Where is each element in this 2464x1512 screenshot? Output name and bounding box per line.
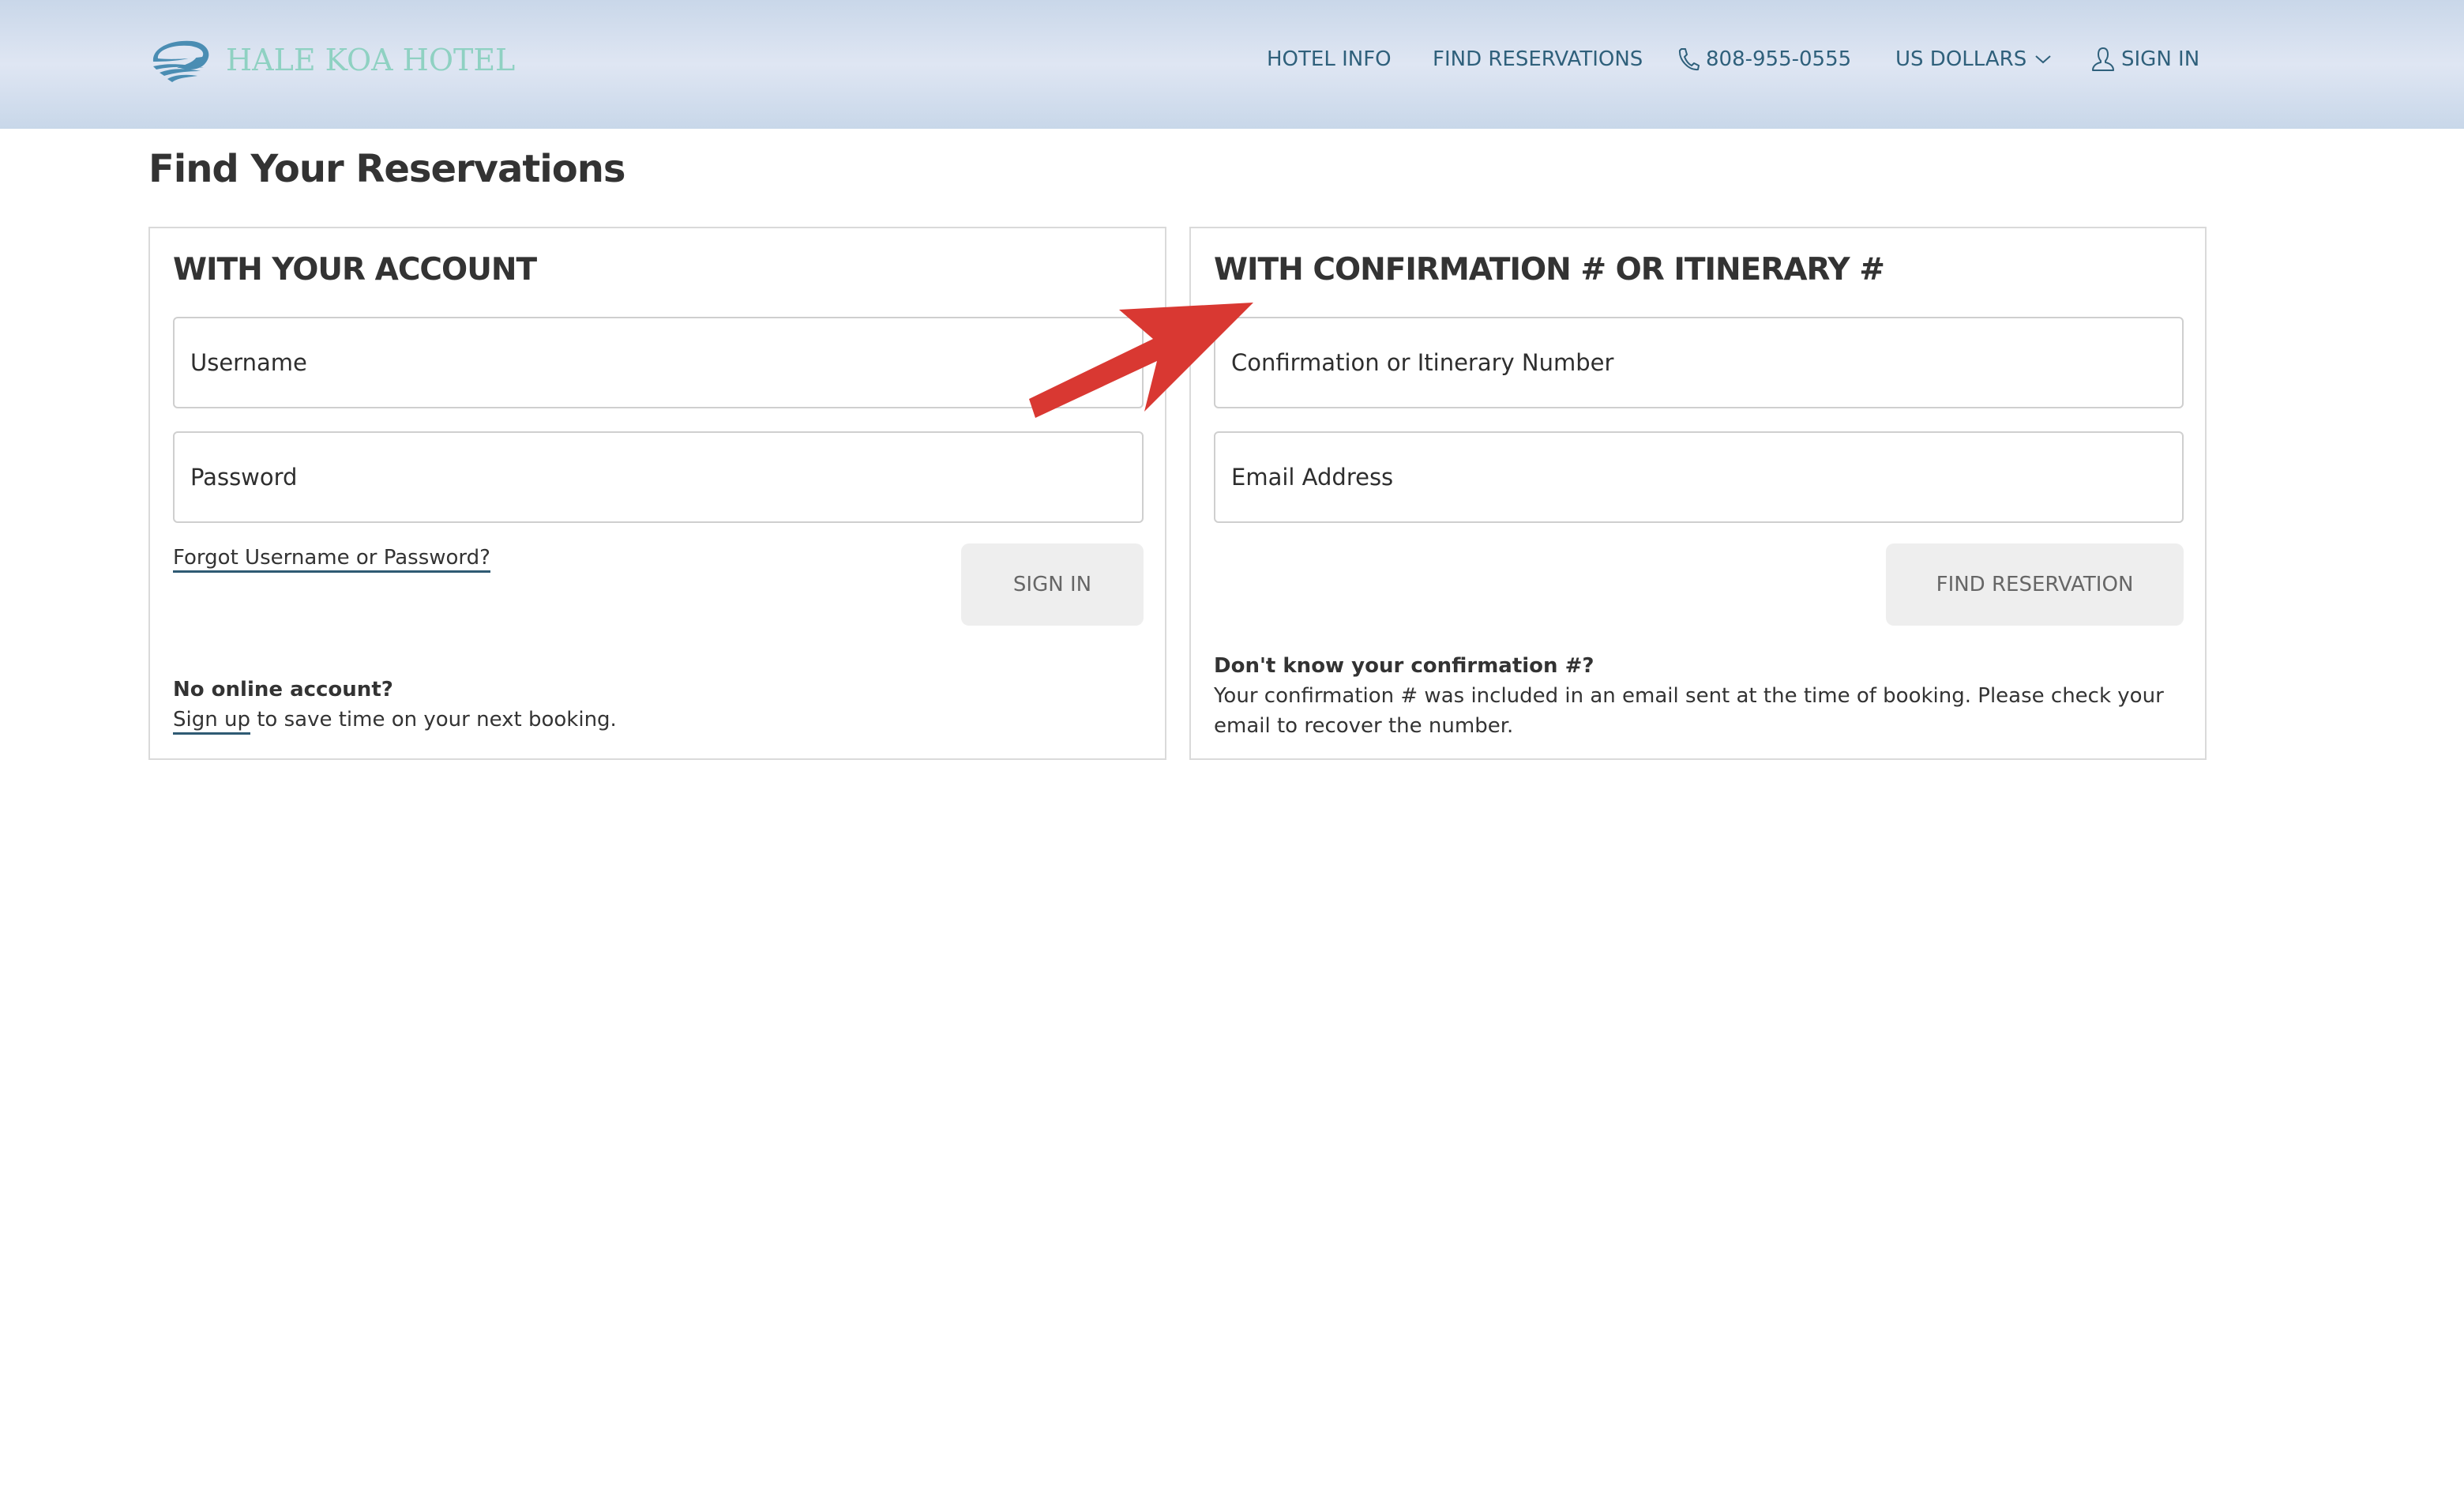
forgot-credentials-container: Forgot Username or Password? (173, 543, 490, 573)
account-panel: WITH YOUR ACCOUNT Forgot Username or Pas… (148, 227, 1166, 760)
help-heading: Don't know your confirmation #? (1214, 654, 1594, 678)
sign-up-link[interactable]: Sign up (173, 708, 250, 735)
confirmation-panel-heading: WITH CONFIRMATION # OR ITINERARY # (1214, 252, 1885, 288)
nav-sign-in[interactable]: SIGN IN (2091, 41, 2199, 77)
find-reservation-button[interactable]: FIND RESERVATION (1886, 543, 2184, 626)
nav-find-reservations-label: FIND RESERVATIONS (1433, 47, 1643, 71)
chevron-down-icon (2034, 54, 2052, 65)
username-input[interactable] (175, 318, 1142, 407)
logo[interactable]: HALE KOA HOTEL (148, 35, 515, 85)
page-title: Find Your Reservations (148, 147, 625, 191)
phone-number: 808-955-0555 (1706, 47, 1852, 71)
confirmation-number-field[interactable] (1214, 317, 2184, 408)
confirmation-number-input[interactable] (1215, 318, 2182, 407)
nav-sign-in-label: SIGN IN (2121, 47, 2200, 71)
password-input[interactable] (175, 433, 1142, 521)
password-field[interactable] (173, 431, 1144, 523)
nav-find-reservations[interactable]: FIND RESERVATIONS (1433, 41, 1643, 77)
sign-in-button[interactable]: SIGN IN (961, 543, 1144, 626)
confirmation-panel: WITH CONFIRMATION # OR ITINERARY # FIND … (1189, 227, 2207, 760)
account-panel-heading: WITH YOUR ACCOUNT (173, 252, 537, 288)
no-account-heading: No online account? (173, 678, 393, 701)
phone-icon (1677, 47, 1700, 71)
user-icon (2091, 47, 2115, 72)
email-input[interactable] (1215, 433, 2182, 521)
logo-mark-icon (152, 40, 209, 82)
sign-up-suffix: to save time on your next booking. (250, 708, 617, 732)
nav-phone[interactable]: 808-955-0555 (1677, 41, 1851, 77)
forgot-credentials-link[interactable]: Forgot Username or Password? (173, 546, 490, 573)
sign-up-text: Sign up to save time on your next bookin… (173, 705, 617, 735)
help-text: Your confirmation # was included in an e… (1214, 684, 2164, 738)
nav-hotel-info[interactable]: HOTEL INFO (1267, 41, 1392, 77)
currency-selector[interactable]: US DOLLARS (1895, 41, 2058, 77)
currency-label: US DOLLARS (1895, 47, 2027, 71)
email-field[interactable] (1214, 431, 2184, 523)
logo-text: HALE KOA HOTEL (226, 43, 516, 77)
nav-hotel-info-label: HOTEL INFO (1267, 47, 1392, 71)
site-header: HALE KOA HOTEL HOTEL INFO FIND RESERVATI… (0, 0, 2464, 129)
username-field[interactable] (173, 317, 1144, 408)
